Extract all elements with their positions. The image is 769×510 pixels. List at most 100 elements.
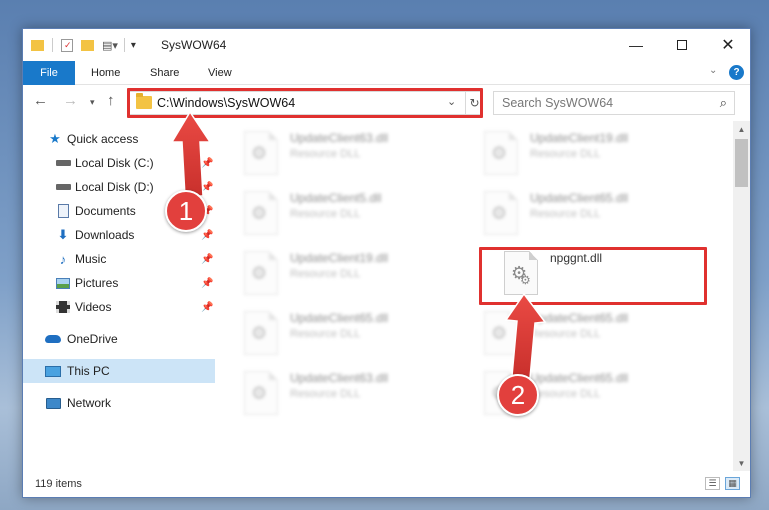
close-button[interactable]: ✕ xyxy=(705,29,751,61)
sidebar-item-label: Documents xyxy=(75,204,136,218)
sidebar-item-pictures[interactable]: Pictures 📌 xyxy=(23,271,215,295)
file-type: Resource DLL xyxy=(290,208,361,220)
pin-icon[interactable]: 📌 xyxy=(201,278,213,289)
video-icon xyxy=(55,300,71,314)
documents-icon xyxy=(55,204,71,218)
file-type: Resource DLL xyxy=(290,268,361,280)
sidebar-item-label: Local Disk (C:) xyxy=(75,156,154,170)
callout-badge-2: 2 xyxy=(497,374,539,416)
sidebar-item-label: Videos xyxy=(75,300,112,314)
file-name: UpdateClient63.dll xyxy=(290,131,389,145)
expand-ribbon-icon[interactable]: ⌄ xyxy=(709,65,717,76)
maximize-icon xyxy=(677,40,687,50)
drive-icon xyxy=(55,156,71,170)
tab-file[interactable]: File xyxy=(23,61,75,85)
file-type: Resource DLL xyxy=(530,328,601,340)
search-input[interactable]: Search SysWOW64 ⌕ xyxy=(493,91,735,115)
file-name: UpdateClient65.dll xyxy=(530,371,629,385)
customize-icon[interactable]: ▤▾ xyxy=(102,39,118,52)
help-icon[interactable]: ? xyxy=(729,65,744,80)
sidebar-item-local-disk-c[interactable]: Local Disk (C:) 📌 xyxy=(23,151,215,175)
file-name: UpdateClient63.dll xyxy=(290,371,389,385)
file-name: UpdateClient65.dll xyxy=(290,311,389,325)
file-name: UpdateClient19.dll xyxy=(290,251,389,265)
computer-icon xyxy=(45,364,61,378)
file-item[interactable]: ⚙ UpdateClient19.dll Resource DLL xyxy=(480,127,700,183)
file-name: UpdateClient19.dll xyxy=(530,131,629,145)
gear-icon: ⚙ xyxy=(491,323,508,343)
sidebar-item-this-pc[interactable]: This PC xyxy=(23,359,215,383)
status-bar: 119 items ☰ ▦ xyxy=(23,471,750,497)
minimize-button[interactable]: — xyxy=(613,29,659,61)
file-item[interactable]: ⚙ UpdateClient5.dll Resource DLL xyxy=(240,187,460,243)
explorer-window: ✓ ▤▾ ▾ SysWOW64 — ✕ File Home Share View… xyxy=(22,28,751,498)
vertical-scrollbar[interactable]: ▲ ▼ xyxy=(733,121,750,471)
up-button[interactable]: ↑ xyxy=(107,92,115,109)
dll-file-icon: ⚙ xyxy=(244,131,278,175)
gear-icon: ⚙ xyxy=(491,203,508,223)
properties-icon[interactable]: ✓ xyxy=(61,38,73,52)
gear-icon: ⚙ xyxy=(251,263,268,283)
large-icons-view-icon[interactable]: ▦ xyxy=(725,477,740,490)
sidebar-item-music[interactable]: ♪ Music 📌 xyxy=(23,247,215,271)
file-type: Resource DLL xyxy=(530,388,601,400)
file-list: ⚙ UpdateClient63.dll Resource DLL ⚙ Upda… xyxy=(216,121,734,471)
close-icon: ✕ xyxy=(721,37,735,54)
download-icon: ⬇ xyxy=(57,227,69,242)
file-type: Resource DLL xyxy=(530,148,601,160)
scroll-down-icon[interactable]: ▼ xyxy=(733,455,750,471)
file-item[interactable]: ⚙ UpdateClient65.dll Resource DLL xyxy=(480,307,700,363)
minimize-icon: — xyxy=(629,37,643,53)
maximize-button[interactable] xyxy=(659,29,705,61)
tab-home[interactable]: Home xyxy=(91,61,120,85)
pin-icon[interactable]: 📌 xyxy=(201,158,213,169)
chevron-down-icon: ▾ xyxy=(90,97,95,107)
search-icon: ⌕ xyxy=(719,95,727,110)
callout-badge-1: 1 xyxy=(165,190,207,232)
file-item[interactable]: ⚙ UpdateClient63.dll Resource DLL xyxy=(240,127,460,183)
file-item[interactable]: ⚙ UpdateClient65.dll Resource DLL xyxy=(480,187,700,243)
sidebar-item-network[interactable]: Network xyxy=(23,391,215,415)
pin-icon[interactable]: 📌 xyxy=(201,302,213,313)
file-name: UpdateClient5.dll xyxy=(290,191,382,205)
window-title: SysWOW64 xyxy=(161,38,227,52)
quick-access-dropdown-icon[interactable]: ▾ xyxy=(131,40,136,51)
arrow-right-icon: → xyxy=(63,92,78,109)
dll-file-icon: ⚙ xyxy=(484,131,518,175)
pin-icon[interactable]: 📌 xyxy=(201,254,213,265)
sidebar-item-label: Local Disk (D:) xyxy=(75,180,154,194)
gear-icon: ⚙ xyxy=(251,203,268,223)
folder-icon[interactable] xyxy=(31,39,44,51)
pin-icon[interactable]: 📌 xyxy=(201,182,213,193)
sidebar-item-label: Quick access xyxy=(67,132,139,146)
file-type: Resource DLL xyxy=(290,388,361,400)
dll-file-icon: ⚙ xyxy=(244,191,278,235)
tab-view[interactable]: View xyxy=(208,61,232,85)
title-bar: ✓ ▤▾ ▾ SysWOW64 — ✕ xyxy=(23,29,750,61)
scroll-up-icon[interactable]: ▲ xyxy=(733,121,750,137)
forward-button[interactable]: → xyxy=(63,92,78,109)
dll-file-icon: ⚙ xyxy=(244,371,278,415)
file-item[interactable]: ⚙ UpdateClient63.dll Resource DLL xyxy=(240,367,460,423)
pin-icon[interactable]: 📌 xyxy=(201,230,213,241)
file-item[interactable]: ⚙ UpdateClient19.dll Resource DLL xyxy=(240,247,460,303)
dll-file-icon: ⚙ xyxy=(484,311,518,355)
new-folder-icon[interactable] xyxy=(81,39,94,51)
star-icon: ★ xyxy=(49,131,61,146)
details-view-icon[interactable]: ☰ xyxy=(705,477,720,490)
back-button[interactable]: ← xyxy=(33,92,48,109)
sidebar-item-quick-access[interactable]: ★ Quick access xyxy=(23,127,215,151)
file-item[interactable]: ⚙ UpdateClient65.dll Resource DLL xyxy=(240,307,460,363)
toolbar-divider xyxy=(123,38,125,52)
sidebar-item-label: Network xyxy=(67,396,112,410)
sidebar-item-videos[interactable]: Videos 📌 xyxy=(23,295,215,319)
recent-locations-button[interactable]: ▾ xyxy=(90,97,95,108)
sidebar-item-label: OneDrive xyxy=(67,332,118,346)
scrollbar-thumb[interactable] xyxy=(735,139,748,187)
file-highlight-box xyxy=(479,247,707,305)
pictures-icon xyxy=(55,276,71,290)
address-row: ← → ▾ ↑ C:\Windows\SysWOW64 ⌄ ↻ Search S… xyxy=(23,86,750,120)
file-name: UpdateClient65.dll xyxy=(530,311,629,325)
tab-share[interactable]: Share xyxy=(150,61,179,85)
sidebar-item-onedrive[interactable]: OneDrive xyxy=(23,327,215,351)
